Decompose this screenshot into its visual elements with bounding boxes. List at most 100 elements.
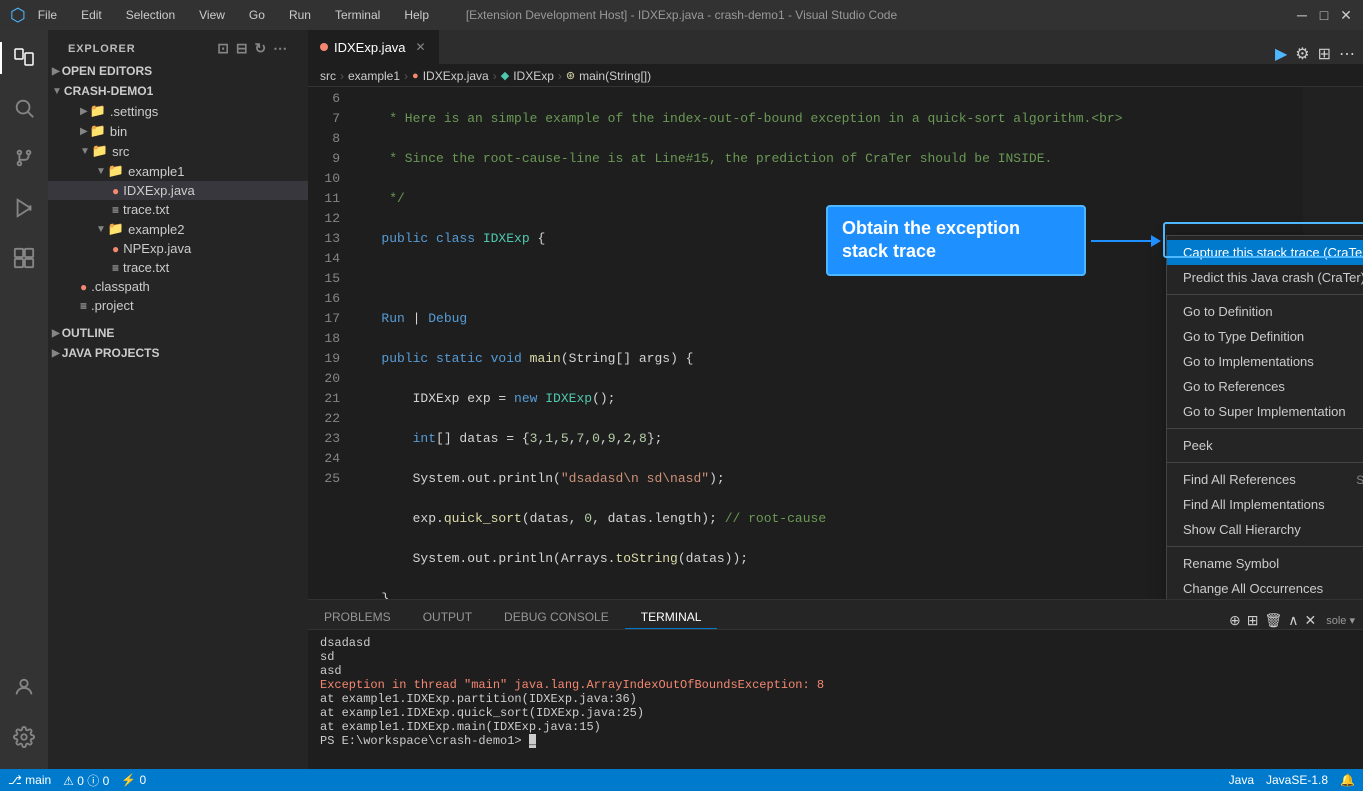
tab-terminal[interactable]: TERMINAL — [625, 606, 718, 629]
status-right: Java JavaSE-1.8 🔔 — [1229, 773, 1355, 787]
tab-idxexp[interactable]: IDXExp.java ✕ — [308, 30, 439, 64]
ctx-go-to-refs[interactable]: Go to References Shift+F12 — [1167, 374, 1363, 399]
ctx-peek[interactable]: Peek ▶ — [1167, 433, 1363, 458]
ctx-find-all-refs[interactable]: Find All References Shift+Alt+F12 — [1167, 467, 1363, 492]
activity-extensions[interactable] — [0, 234, 48, 282]
tree-item-example2[interactable]: ▼ 📁 example2 — [48, 219, 308, 239]
activity-settings[interactable] — [0, 713, 48, 761]
item-label: trace.txt — [123, 202, 169, 217]
terminal-new-icon[interactable]: ⊕ — [1229, 612, 1241, 629]
ctx-rename-symbol[interactable]: Rename Symbol F2 — [1167, 551, 1363, 576]
file-icon: ≡ — [112, 203, 119, 217]
ctx-show-call-hierarchy[interactable]: Show Call Hierarchy Shift+Alt+H — [1167, 517, 1363, 542]
tab-debug-console[interactable]: DEBUG CONSOLE — [488, 606, 625, 629]
ctx-capture-stack-trace[interactable]: Capture this stack trace (CraTer) — [1167, 240, 1363, 265]
activity-search[interactable] — [0, 84, 48, 132]
split-editor-icon[interactable]: ⊞ — [1318, 44, 1331, 64]
menu-edit[interactable]: Edit — [77, 6, 106, 24]
ctx-item-label: Capture this stack trace (CraTer) — [1183, 245, 1363, 260]
tree-item-idxexp[interactable]: ● IDXExp.java — [48, 181, 308, 200]
more-actions-icon[interactable]: ⋯ — [1339, 44, 1355, 64]
ctx-go-to-type-def[interactable]: Go to Type Definition — [1167, 324, 1363, 349]
tree-item-example1[interactable]: ▼ 📁 example1 — [48, 161, 308, 181]
menu-run[interactable]: Run — [285, 6, 315, 24]
code-editor[interactable]: 678910 1112131415 1617181920 2122232425 … — [308, 87, 1303, 599]
tree-item-settings[interactable]: ▶ 📁 .settings — [48, 101, 308, 121]
breadcrumb-main-method[interactable]: main(String[]) — [579, 69, 651, 83]
ctx-go-to-super[interactable]: Go to Super Implementation — [1167, 399, 1363, 424]
breadcrumb-idxexp-java[interactable]: IDXExp.java — [423, 69, 489, 83]
terminal-split-icon[interactable]: ⊞ — [1247, 612, 1259, 629]
new-folder-icon[interactable]: ⊟ — [236, 40, 249, 57]
item-label: example1 — [128, 164, 184, 179]
ctx-go-to-def[interactable]: Go to Definition F12 — [1167, 299, 1363, 324]
activity-explorer[interactable] — [0, 34, 48, 82]
ctx-find-all-impl[interactable]: Find All Implementations — [1167, 492, 1363, 517]
code-content[interactable]: * Here is an simple example of the index… — [348, 87, 1303, 599]
activity-source-control[interactable] — [0, 134, 48, 182]
folder-chevron: ▼ — [96, 224, 106, 235]
debug-run-icon[interactable]: ⚙ — [1295, 44, 1309, 64]
item-label: .classpath — [91, 279, 150, 294]
tree-item-src[interactable]: ▼ 📁 src — [48, 141, 308, 161]
open-editors-chevron: ▶ — [52, 66, 60, 77]
new-file-icon[interactable]: ⊡ — [217, 40, 230, 57]
tree-item-project[interactable]: ≡ .project — [48, 296, 308, 315]
ctx-sep-1 — [1167, 294, 1363, 295]
status-lightning[interactable]: ⚡ 0 — [121, 773, 146, 787]
breadcrumb-example1[interactable]: example1 — [348, 69, 400, 83]
status-branch[interactable]: ⎇ main — [8, 773, 51, 787]
item-label: NPExp.java — [123, 241, 191, 256]
java-projects-section[interactable]: ▶ JAVA PROJECTS — [48, 343, 308, 363]
activity-run[interactable] — [0, 184, 48, 232]
java-projects-chevron: ▶ — [52, 348, 60, 359]
minimize-button[interactable]: ─ — [1295, 8, 1309, 22]
panel-up-icon[interactable]: ∧ — [1288, 612, 1298, 629]
menu-bar[interactable]: File Edit Selection View Go Run Terminal… — [34, 6, 433, 24]
breadcrumb-src[interactable]: src — [320, 69, 336, 83]
project-section[interactable]: ▼ CRASH-DEMO1 — [48, 81, 308, 101]
run-icon[interactable]: ▶ — [1275, 44, 1287, 64]
collapse-all-icon[interactable]: ⋯ — [273, 40, 288, 57]
terminal-selector[interactable]: sole ▾ — [1326, 614, 1355, 627]
outline-label: OUTLINE — [62, 326, 115, 340]
ctx-item-label: Rename Symbol — [1183, 556, 1279, 571]
open-editors-section[interactable]: ▶ OPEN EDITORS — [48, 61, 308, 81]
menu-selection[interactable]: Selection — [122, 6, 179, 24]
tree-item-npexp[interactable]: ● NPExp.java — [48, 239, 308, 258]
outline-section[interactable]: ▶ OUTLINE — [48, 323, 308, 343]
tab-close-button[interactable]: ✕ — [416, 40, 426, 54]
status-errors[interactable]: ⚠ 0 ⓘ 0 — [63, 772, 109, 789]
tree-item-bin[interactable]: ▶ 📁 bin — [48, 121, 308, 141]
breadcrumb-idxexp-class[interactable]: IDXExp — [513, 69, 554, 83]
activity-account[interactable] — [0, 663, 48, 711]
close-button[interactable]: ✕ — [1339, 8, 1353, 22]
panel-close-icon[interactable]: ✕ — [1305, 612, 1317, 629]
tree-item-classpath[interactable]: ● .classpath — [48, 277, 308, 296]
item-label: example2 — [128, 222, 184, 237]
tab-problems[interactable]: PROBLEMS — [308, 606, 407, 629]
refresh-icon[interactable]: ↻ — [254, 40, 267, 57]
status-bell-icon[interactable]: 🔔 — [1340, 773, 1355, 787]
maximize-button[interactable]: □ — [1317, 8, 1331, 22]
window-controls[interactable]: ─ □ ✕ — [1295, 8, 1353, 22]
menu-go[interactable]: Go — [245, 6, 269, 24]
tab-output[interactable]: OUTPUT — [407, 606, 488, 629]
ctx-item-label: Find All References — [1183, 472, 1296, 487]
terminal-content[interactable]: dsadasd sd asd Exception in thread "main… — [308, 630, 1363, 769]
menu-terminal[interactable]: Terminal — [331, 6, 384, 24]
status-java-se[interactable]: JavaSE-1.8 — [1266, 773, 1328, 787]
ctx-change-all-occurrences[interactable]: Change All Occurrences Ctrl+F2 — [1167, 576, 1363, 599]
ctx-sep-2 — [1167, 428, 1363, 429]
tree-item-trace1[interactable]: ≡ trace.txt — [48, 200, 308, 219]
terminal-trash-icon[interactable]: 🗑 — [1264, 612, 1282, 629]
ctx-go-to-impl[interactable]: Go to Implementations Ctrl+F12 — [1167, 349, 1363, 374]
tree-item-trace2[interactable]: ≡ trace.txt — [48, 258, 308, 277]
terminal-line-4: Exception in thread "main" java.lang.Arr… — [320, 678, 1351, 692]
menu-help[interactable]: Help — [400, 6, 433, 24]
menu-file[interactable]: File — [34, 6, 61, 24]
status-java[interactable]: Java — [1229, 773, 1254, 787]
terminal-line-3: asd — [320, 664, 1351, 678]
menu-view[interactable]: View — [195, 6, 229, 24]
ctx-predict-crash[interactable]: Predict this Java crash (CraTer) — [1167, 265, 1363, 290]
